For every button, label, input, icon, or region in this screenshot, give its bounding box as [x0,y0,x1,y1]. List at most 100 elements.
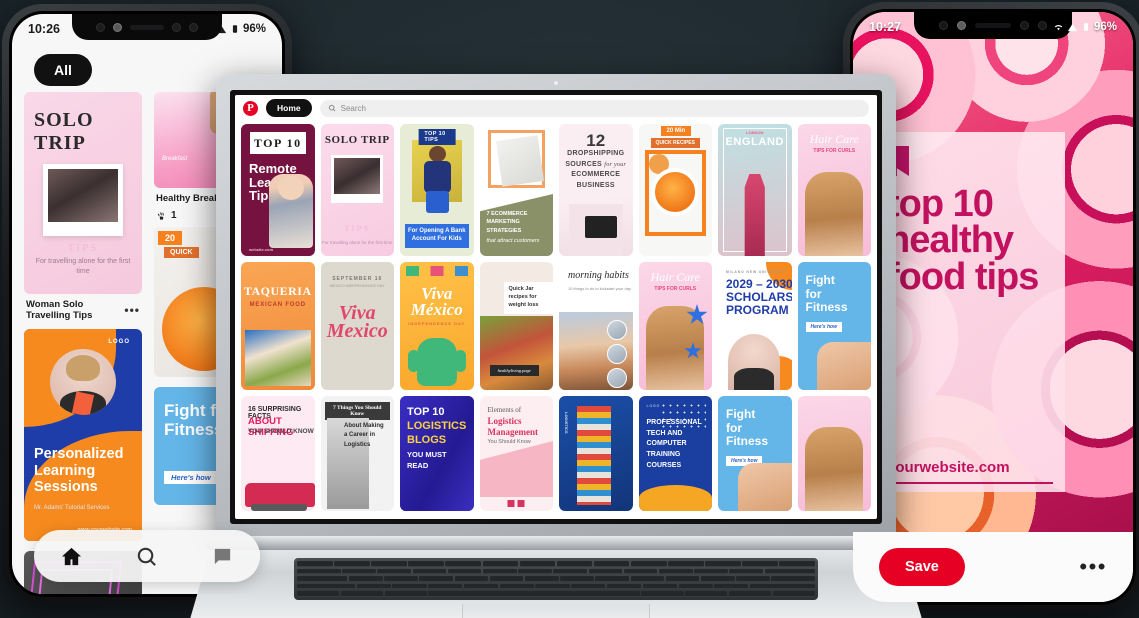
pin-connector: for your [604,161,627,168]
pin-title: Hair Care [809,132,859,146]
pin-cta-button[interactable]: Here's how [805,322,842,332]
pin-subtitle: TIPS FOR CURLS [813,148,856,154]
pin-line-2: Logistics [487,416,522,426]
pin-morning-habits[interactable]: morning habits 10 things to do to kickst… [559,262,633,390]
cactus-illustration [407,338,466,386]
pin-title: ENGLAND [725,136,785,148]
polaroid-photo [43,163,123,236]
pin-photo [805,172,864,256]
clap-icon [157,212,164,220]
pin-caption: TIPS For travelling alone for the first … [321,223,395,246]
proximity-sensor-icon [189,22,198,32]
pin-taqueria[interactable]: TAQUERIA MEXICAN FOOD [241,262,315,390]
pin-title: Personalized Learning Sessions [34,446,124,495]
pin-line-1: TOP 10 [407,406,445,418]
pin-badge-label: QUICK RECIPES [650,138,700,148]
laptop-keyboard[interactable] [294,558,818,600]
phone-right-status-bar: 10:27 96% [853,12,1133,42]
polaroid-photo [331,155,384,203]
pin-line-1: Elements of [487,406,522,414]
story-underline [887,482,1053,484]
pin-caption: For Opening A Bank Account For Kids [405,224,469,248]
pin-hair-care-row1[interactable]: Hair Care TIPS FOR CURLS [797,124,871,256]
messages-icon[interactable] [211,545,234,568]
pin-ecommerce-marketing[interactable]: 7 ECOMMERCE MARKETING STRATEGIES that attr… [479,124,553,256]
search-input[interactable]: Search [319,99,869,117]
pin-bank-account-kids[interactable]: TOP 10 TIPS For Opening A Bank Account F… [400,124,474,256]
pin-title: PROFESSIONAL TECH AND COMPUTER TRAINING COUR… [646,419,702,469]
search-icon[interactable] [135,545,158,568]
container-stack-illustration [577,406,611,505]
pin-logistics-management[interactable]: Elements of Logistics Management You Sho… [479,396,553,511]
train-illustration [245,483,315,511]
pin-hair-care-row3[interactable] [797,396,871,511]
pin-tag: healthyliving.page [489,365,539,376]
pin-scholarship[interactable]: MILANO NEW UNIVERSITY 2029 – 2030 SCHOLAR… [718,262,792,390]
pin-title: 2029 – 2030SCHOLARSHIPPROGRAM [726,277,792,317]
save-button[interactable]: Save [879,548,965,586]
home-tab[interactable]: Home [266,99,312,117]
pin-england-travel[interactable]: LONDON ENGLAND [718,124,792,256]
battery-icon [232,25,238,33]
filter-chip-all[interactable]: All [34,54,92,86]
pin-line-3: BLOGS [407,434,447,446]
pin-eyebrow: MILANO NEW UNIVERSITY [726,270,788,274]
pin-title: SOLO TRIP [324,134,390,146]
laptop-screen: P Home Search TOP 10 RemoteLearningTips [230,90,882,524]
pin-body: About Making a Career in Logistics [344,423,384,448]
pin-number: 12 [586,131,606,150]
speaker-icon [130,24,164,30]
pin-line-4: YOU MUST READ [407,450,447,470]
more-options-icon[interactable]: ••• [1079,555,1107,577]
pin-photo [245,330,311,386]
search-placeholder: Search [340,103,366,113]
pin-quick-jar-recipes[interactable]: Quick Jar recipes for weight loss health… [479,262,553,390]
pin-tech-courses[interactable]: LOGO PROFESSIONAL TECH AND COMPUTER TRAININ… [638,396,712,511]
pin-heading: DROPSHIPPING SOURCES for your ECOMMERCE BU… [565,150,627,189]
pin-solo-trip[interactable]: SOLO TRIP TIPS For travelling alone for … [24,92,142,294]
pin-badge-label: QUICK [164,247,199,258]
pin-line-3: Management [487,427,539,437]
pin-photo [418,146,456,228]
pin-viva-mexico-1[interactable]: SEPTEMBER 16 MEXICO INDEPENDENCE DAY Viv… [320,262,394,390]
pin-photo [805,427,864,511]
battery-percent: 96% [242,23,266,35]
phone-left-notch [72,14,222,40]
pinterest-logo-icon[interactable]: P [243,100,258,116]
pin-eyebrow: TOP 10 [250,132,306,154]
pin-dropshipping[interactable]: 12 DROPSHIPPING SOURCES for your ECOMMERC… [559,124,633,256]
battery-percent: 96% [1093,21,1117,33]
laptop-trackpad[interactable] [462,604,650,618]
pin-logistics-blogs[interactable]: TOP 10 LOGISTICS BLOGS YOU MUST READ [400,396,474,511]
webcam-icon [554,81,558,85]
laptop: P Home Search TOP 10 RemoteLearningTips [188,74,924,618]
pin-viva-mexico-2[interactable]: Viva México INDEPENDENCE DAY [400,262,474,390]
camera-icon [96,22,105,32]
pin-logistics-career[interactable]: 7 Things You Should Know About Making a … [320,396,394,511]
pin-fight-fitness-row2[interactable]: Fight for Fitness Here's how [797,262,871,390]
pin-solo-trip[interactable]: SOLO TRIP TIPS For travelling alone for … [320,124,395,256]
pin-menu-icon[interactable]: ••• [124,303,140,317]
pin-containers[interactable]: LOGISTICS [559,396,633,511]
pin-hair-care[interactable]: Hair Care TIPS FOR CURLS [638,262,712,390]
home-icon[interactable] [60,545,83,568]
pin-eyebrow: LONDON [746,130,764,135]
pin-title: SOLO TRIP [34,108,94,154]
pin-art-caption: For travelling alone for the first time [35,257,131,276]
pin-title: morning habits [568,270,629,281]
phone-right-action-bar: Save ••• [853,532,1133,602]
pin-title: Viva México [410,284,463,320]
pin-title: Viva Mexico [326,302,388,343]
pin-subtitle: that attract customers [486,238,540,245]
pin-shipping-facts[interactable]: 16 SURPRISING FACTS ABOUT SHIPPING YOU S… [241,396,315,511]
device-mockup-scene: 10:26 96% All SOLO TRIP TIPS For travell… [0,0,1139,618]
status-time: 10:27 [869,20,901,34]
pin-title: Fight for Fitness [805,273,848,315]
pin-caption: Quick Jar recipes for weight loss [503,282,553,314]
pin-personalized-learning[interactable]: LOGO Personalized Learning Sessions Mr. … [24,329,142,541]
pin-quick-recipes[interactable]: 20 Min QUICK RECIPES [638,124,712,256]
avatar [50,349,116,415]
pin-remote-learning[interactable]: TOP 10 RemoteLearningTips website.com [241,124,315,256]
pin-fight-fitness-row3[interactable]: Fight for Fitness Here's how [718,396,792,511]
status-time: 10:26 [28,22,60,36]
